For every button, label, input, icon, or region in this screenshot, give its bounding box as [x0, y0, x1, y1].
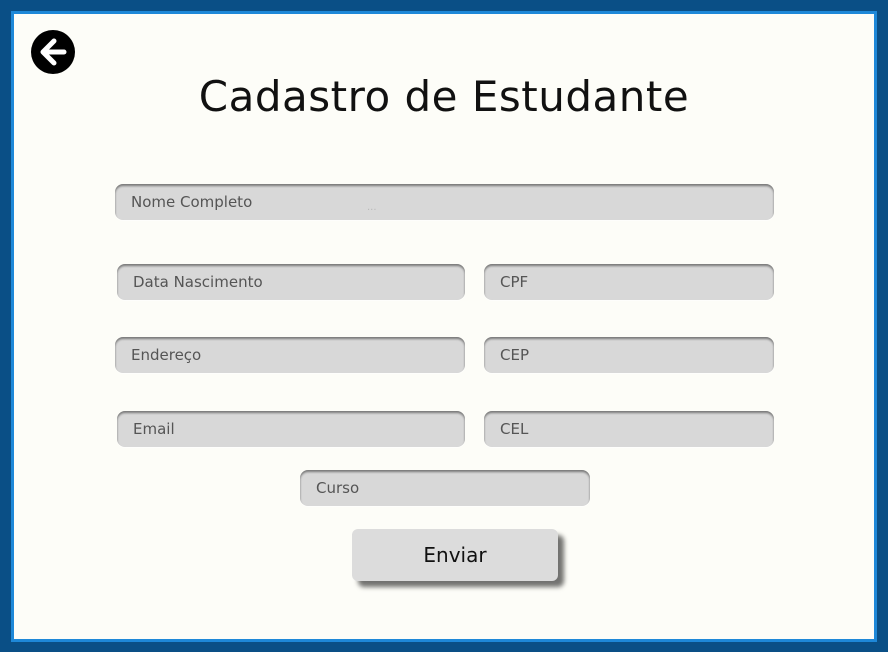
submit-button[interactable]: Enviar	[352, 529, 558, 581]
email-input[interactable]	[117, 411, 465, 447]
course-input[interactable]	[300, 470, 590, 506]
address-input[interactable]	[115, 337, 465, 373]
cel-input[interactable]	[484, 411, 774, 447]
cpf-input[interactable]	[484, 264, 774, 300]
form-panel: Cadastro de Estudante ... Enviar	[11, 11, 877, 642]
cep-input[interactable]	[484, 337, 774, 373]
birth-date-input[interactable]	[117, 264, 465, 300]
arrow-left-circle-icon	[31, 30, 75, 74]
back-button[interactable]	[31, 30, 75, 74]
full-name-input[interactable]	[115, 184, 774, 220]
page-title: Cadastro de Estudante	[198, 72, 690, 121]
